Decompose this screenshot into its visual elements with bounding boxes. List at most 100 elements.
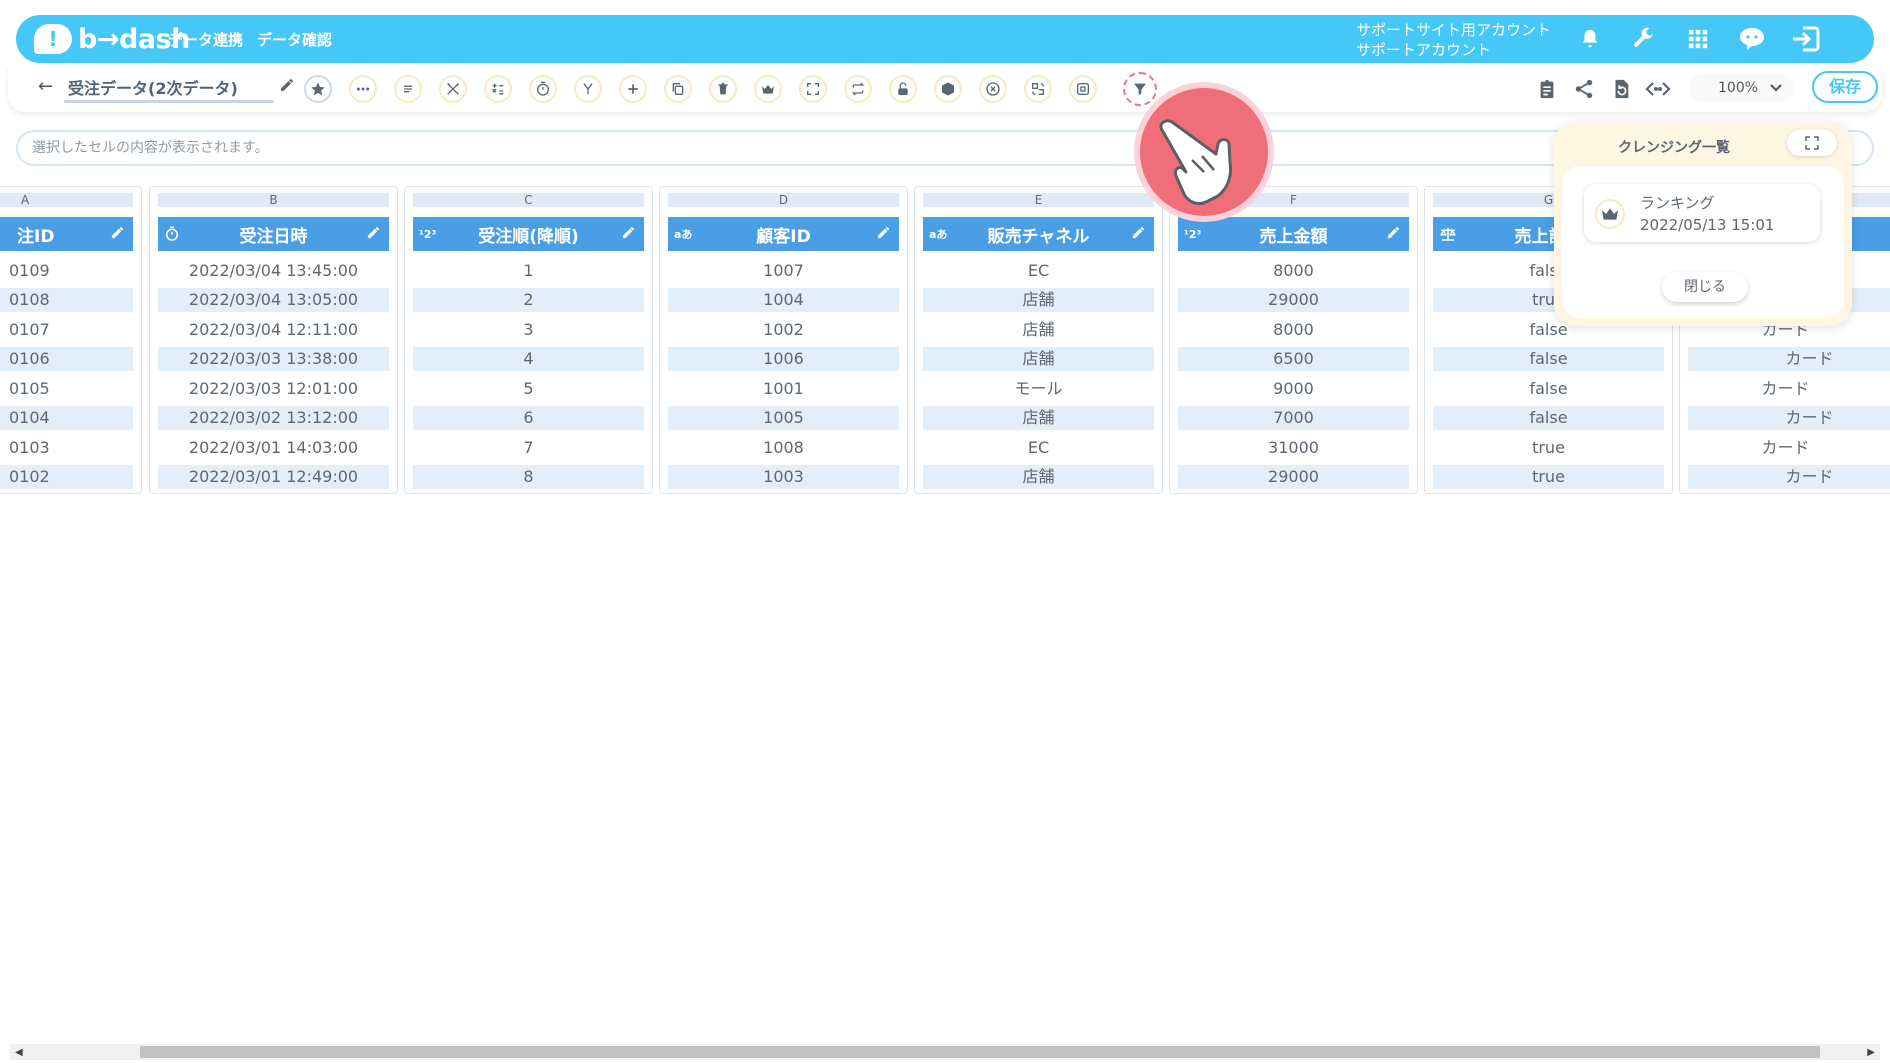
table-cell[interactable]: 2	[413, 288, 644, 312]
table-cell[interactable]: true	[1433, 465, 1664, 489]
table-cell[interactable]: 1005	[668, 406, 899, 430]
column-c[interactable]: C ¹2³ 受注順(降順) 1 2 3 4 5 6 7 8	[404, 186, 653, 494]
column-header[interactable]: 注ID	[0, 217, 133, 251]
table-cell[interactable]: 2022/03/03 12:01:00	[158, 377, 389, 401]
table-cell[interactable]: 2022/03/04 12:11:00	[158, 318, 389, 342]
edit-column-icon[interactable]	[621, 225, 636, 240]
text-lines-icon[interactable]	[394, 75, 422, 103]
table-cell[interactable]: 1002	[668, 318, 899, 342]
edit-title-icon[interactable]	[279, 77, 295, 97]
table-cell[interactable]: 7	[413, 436, 644, 460]
table-cell[interactable]: 2022/03/04 13:45:00	[158, 259, 389, 283]
column-header[interactable]: aあ 顧客ID	[668, 217, 899, 251]
merge-icon[interactable]	[574, 75, 602, 103]
table-cell[interactable]: 2022/03/04 13:05:00	[158, 288, 389, 312]
table-cell[interactable]: 1008	[668, 436, 899, 460]
table-cell[interactable]: 1001	[668, 377, 899, 401]
edit-column-icon[interactable]	[110, 225, 125, 240]
table-cell[interactable]: 8000	[1178, 318, 1409, 342]
table-cell[interactable]: 6	[413, 406, 644, 430]
table-cell[interactable]: 0109	[0, 259, 133, 283]
timer-icon[interactable]	[529, 75, 557, 103]
table-cell[interactable]: 7000	[1178, 406, 1409, 430]
table-cell[interactable]: 4	[413, 347, 644, 371]
table-cell[interactable]: 店舗	[923, 347, 1154, 371]
column-header[interactable]: ¹2³ 受注順(降順)	[413, 217, 644, 251]
doc-title[interactable]: 受注データ(2次データ)	[68, 75, 238, 99]
table-cell[interactable]: 店舗	[923, 406, 1154, 430]
share-icon[interactable]	[1571, 76, 1597, 102]
bell-icon[interactable]	[1574, 23, 1606, 55]
scrollbar-thumb[interactable]	[140, 1046, 1820, 1058]
close-panel-button[interactable]: 閉じる	[1662, 272, 1748, 302]
table-cell[interactable]: 8	[413, 465, 644, 489]
table-cell[interactable]: false	[1433, 406, 1664, 430]
table-cell[interactable]: 1006	[668, 347, 899, 371]
save-button[interactable]: 保存	[1812, 71, 1878, 103]
table-cell[interactable]: 1004	[668, 288, 899, 312]
table-cell[interactable]: 29000	[1178, 465, 1409, 489]
logo[interactable]: ! b→dash	[34, 23, 190, 55]
convert-icon[interactable]	[1024, 75, 1052, 103]
column-e[interactable]: E aあ 販売チャネル EC 店舗 店舗 店舗 モール 店舗 EC 店舗	[914, 186, 1163, 494]
table-cell[interactable]: 2022/03/03 13:38:00	[158, 347, 389, 371]
grid-menu-icon[interactable]	[1682, 23, 1714, 55]
cancel-circle-icon[interactable]	[979, 75, 1007, 103]
table-cell[interactable]: true	[1433, 436, 1664, 460]
column-f[interactable]: F ¹2³ 売上金額 8000 29000 8000 6500 9000 700…	[1169, 186, 1418, 494]
table-cell[interactable]: EC	[923, 436, 1154, 460]
table-cell[interactable]: 31000	[1178, 436, 1409, 460]
edit-column-icon[interactable]	[1131, 225, 1146, 240]
doc-title-area[interactable]: 受注データ(2次データ)	[64, 75, 274, 105]
copy-icon[interactable]	[664, 75, 692, 103]
table-cell[interactable]: モール	[923, 377, 1154, 401]
column-d[interactable]: D aあ 顧客ID 1007 1004 1002 1006 1001 1005 …	[659, 186, 908, 494]
edit-column-icon[interactable]	[366, 225, 381, 240]
nav-data-integration[interactable]: データ連携	[168, 29, 243, 50]
table-cell[interactable]: 0102	[0, 465, 133, 489]
table-cell[interactable]: 9000	[1178, 377, 1409, 401]
table-cell[interactable]: 6500	[1178, 347, 1409, 371]
refresh-file-icon[interactable]	[1608, 76, 1634, 102]
expand-panel-button[interactable]	[1787, 130, 1837, 156]
repeat-icon[interactable]	[844, 75, 872, 103]
calculate-icon[interactable]	[484, 75, 512, 103]
table-cell[interactable]: 2022/03/02 13:12:00	[158, 406, 389, 430]
table-cell[interactable]: カード	[1688, 377, 1883, 401]
table-cell[interactable]: 2022/03/01 12:49:00	[158, 465, 389, 489]
table-cell[interactable]: カード	[1688, 436, 1883, 460]
zoom-select[interactable]: 100%	[1690, 73, 1794, 103]
nav-data-check[interactable]: データ確認	[257, 29, 332, 50]
tools-icon[interactable]	[439, 75, 467, 103]
table-cell[interactable]: 3	[413, 318, 644, 342]
column-header[interactable]: 受注日時	[158, 217, 389, 251]
table-cell[interactable]: 店舗	[923, 318, 1154, 342]
table-cell[interactable]: 店舗	[923, 288, 1154, 312]
column-a[interactable]: A 注ID 0109 0108 0107 0106 0105 0104 0103…	[0, 186, 142, 494]
table-cell[interactable]: カード	[1688, 347, 1890, 371]
table-cell[interactable]: false	[1433, 377, 1664, 401]
table-cell[interactable]: 1007	[668, 259, 899, 283]
table-cell[interactable]: 1	[413, 259, 644, 283]
crown-icon[interactable]	[754, 75, 782, 103]
favorite-star-icon[interactable]	[304, 75, 332, 103]
unlock-icon[interactable]	[889, 75, 917, 103]
edit-column-icon[interactable]	[1386, 225, 1401, 240]
wrench-icon[interactable]	[1628, 23, 1660, 55]
table-cell[interactable]: 8000	[1178, 259, 1409, 283]
table-cell[interactable]: 2022/03/01 14:03:00	[158, 436, 389, 460]
table-cell[interactable]: カード	[1688, 406, 1890, 430]
add-icon[interactable]	[619, 75, 647, 103]
column-header[interactable]: aあ 販売チャネル	[923, 217, 1154, 251]
back-arrow-icon[interactable]: ←	[38, 76, 53, 97]
code-icon[interactable]	[1645, 76, 1671, 102]
support-chat-icon[interactable]	[1736, 23, 1768, 55]
table-cell[interactable]: 0104	[0, 406, 133, 430]
edit-column-icon[interactable]	[876, 225, 891, 240]
account-info[interactable]: サポートサイト用アカウント サポートアカウント	[1356, 20, 1551, 60]
table-cell[interactable]: 店舗	[923, 465, 1154, 489]
more-icon[interactable]	[349, 75, 377, 103]
table-cell[interactable]: false	[1433, 347, 1664, 371]
column-b[interactable]: B 受注日時 2022/03/04 13:45:00 2022/03/04 13…	[149, 186, 398, 494]
table-cell[interactable]: 0106	[0, 347, 133, 371]
